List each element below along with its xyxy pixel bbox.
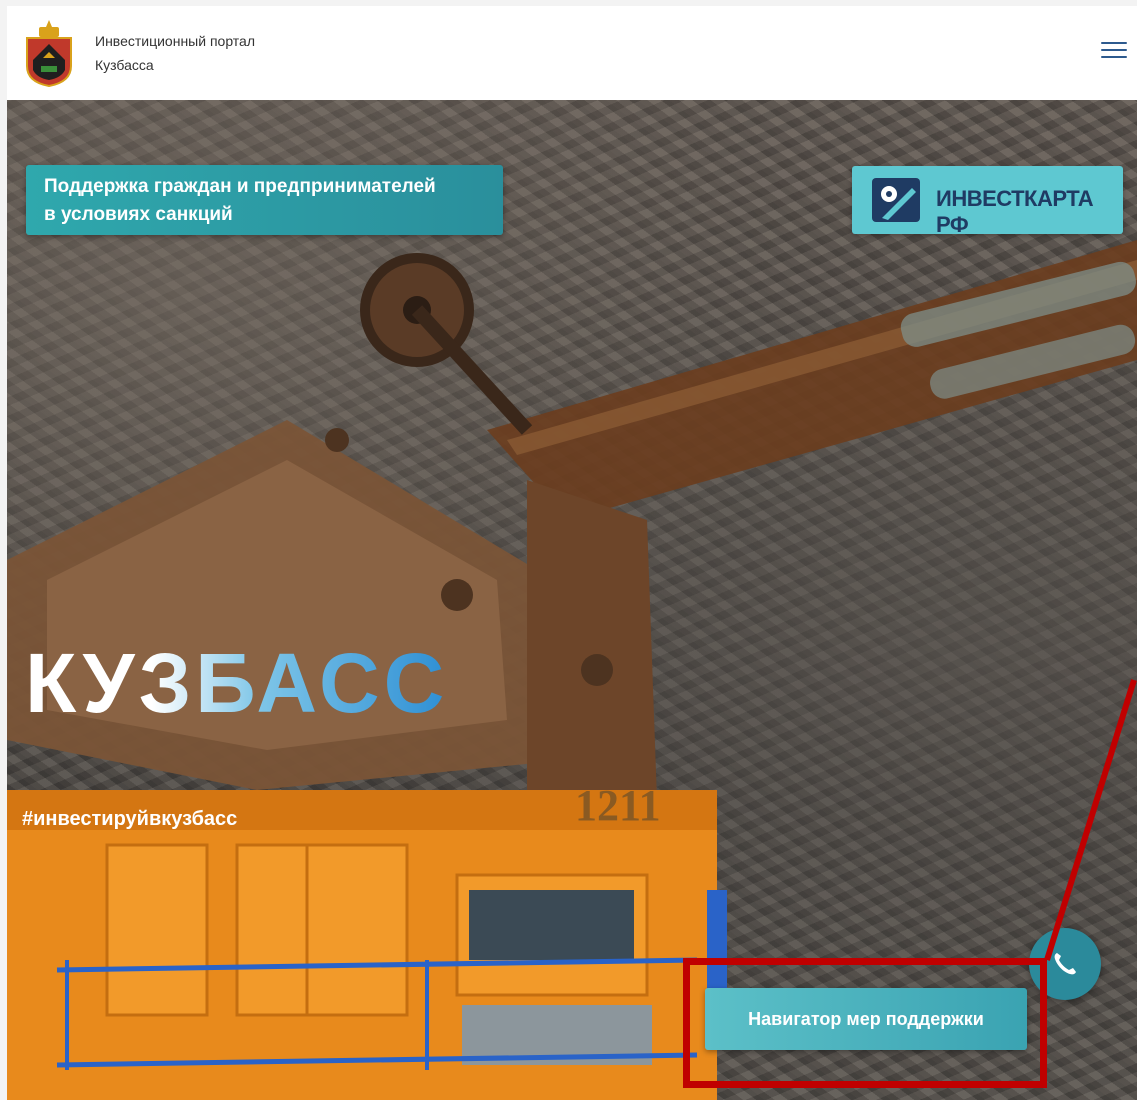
phone-handset-icon: [1054, 953, 1076, 975]
support-banner-line2: в условиях санкций: [44, 204, 233, 225]
hamburger-menu-icon[interactable]: [1101, 42, 1127, 64]
investkarta-label: ИНВЕСТКАРТА РФ: [936, 186, 1094, 237]
hero-section: Поддержка граждан и предпринимателей в у…: [7, 100, 1137, 1100]
phone-icon[interactable]: [1029, 928, 1101, 1000]
sanctions-support-banner[interactable]: Поддержка граждан и предпринимателей в у…: [26, 165, 503, 235]
kuzbass-coat-of-arms-logo[interactable]: [21, 18, 77, 88]
brand-title-line2: Кузбасса: [95, 57, 154, 73]
mining-excavator-background-image: [7, 240, 1137, 1100]
support-navigator-button[interactable]: Навигатор мер поддержки: [705, 988, 1027, 1050]
support-banner-line1: Поддержка граждан и предпринимателей: [44, 176, 436, 197]
investkarta-link[interactable]: ИНВЕСТКАРТА РФ: [852, 166, 1123, 237]
brand-title-line1: Инвестиционный портал: [95, 33, 256, 49]
browser-viewport: Инвестиционный портал Кузбасса Поддержка…: [7, 6, 1137, 1100]
site-header: Инвестиционный портал Кузбасса: [7, 6, 1137, 101]
hashtag-label: #инвестируйвкузбасс: [22, 808, 238, 830]
investkarta-logo-icon: [872, 178, 920, 222]
truck-number: 1211: [575, 781, 661, 830]
kuzbass-title: КУЗБАСС: [25, 636, 449, 730]
